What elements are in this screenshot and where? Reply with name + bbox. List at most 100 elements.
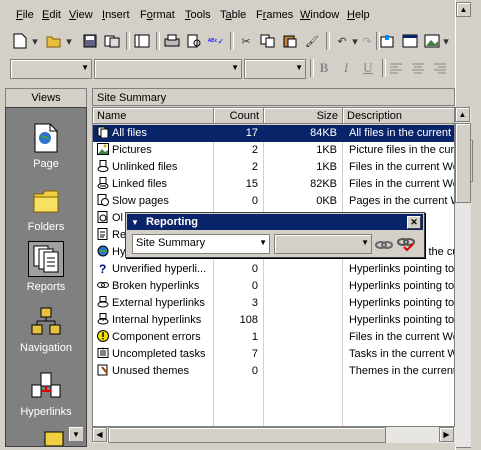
hyperlinks-icon bbox=[30, 370, 62, 402]
menu-file[interactable]: File bbox=[16, 9, 34, 21]
slow-pages-icon bbox=[97, 194, 109, 206]
table-row[interactable]: Slow pages 0 0KB Pages in the current We bbox=[93, 193, 454, 210]
column-header-description[interactable]: Description bbox=[343, 108, 454, 124]
scroll-left-button[interactable]: ◀ bbox=[92, 427, 107, 442]
menu-format[interactable]: Format bbox=[140, 9, 175, 21]
chevron-down-icon: ▼ bbox=[295, 63, 303, 72]
table-row[interactable]: Broken hyperlinks 0 Hyperlinks pointing to bbox=[93, 278, 454, 295]
scroll-up-button[interactable]: ▲ bbox=[456, 2, 471, 17]
toolbar-options-icon[interactable]: ▼ bbox=[131, 218, 139, 227]
report-setting-dropdown[interactable]: ▼ bbox=[274, 234, 372, 254]
table-row[interactable]: ? Unverified hyperli... 0 Hyperlinks pointi… bbox=[93, 261, 454, 278]
views-item-navigation[interactable]: Navigation bbox=[6, 306, 86, 354]
row-name-cell: Unlinked files bbox=[97, 159, 212, 176]
column-header-name[interactable]: Name bbox=[93, 108, 214, 124]
question-icon: ? bbox=[97, 262, 109, 276]
views-item-reports[interactable]: Reports bbox=[6, 241, 86, 293]
publish-icon[interactable] bbox=[102, 31, 122, 51]
reporting-title-bar[interactable]: ▼ Reporting ✕ bbox=[127, 214, 423, 230]
underline-icon[interactable]: U bbox=[358, 58, 378, 78]
views-item-hyperlinks[interactable]: Hyperlinks bbox=[6, 370, 86, 418]
table-row[interactable]: Unlinked files 2 1KB Files in the current W… bbox=[93, 159, 454, 176]
menu-insert[interactable]: Insert bbox=[102, 9, 130, 21]
spelling-icon[interactable]: ᴬᴮᶜ✓ bbox=[206, 31, 226, 51]
broken-link-icon bbox=[97, 279, 109, 291]
insert-table-icon[interactable] bbox=[400, 31, 420, 51]
views-bar: Page Folders Reports Navigation Hyperlin… bbox=[5, 107, 87, 447]
row-count: 0 bbox=[251, 280, 258, 292]
menu-window[interactable]: Window bbox=[300, 9, 339, 21]
font-size-dropdown[interactable]: ▼ bbox=[244, 59, 306, 79]
row-size bbox=[265, 346, 337, 363]
views-item-folders[interactable]: Folders bbox=[6, 185, 86, 233]
column-header-count[interactable]: Count bbox=[214, 108, 264, 124]
list-horizontal-scrollbar[interactable]: ◀ ▶ bbox=[92, 427, 455, 443]
row-description: Hyperlinks pointing to bbox=[349, 314, 455, 326]
row-name: Re bbox=[112, 229, 127, 241]
paste-icon[interactable] bbox=[280, 31, 300, 51]
copy-icon[interactable] bbox=[258, 31, 278, 51]
menu-edit[interactable]: Edit bbox=[42, 9, 61, 21]
table-row[interactable]: Uncompleted tasks 7 Tasks in the current W bbox=[93, 346, 454, 363]
italic-icon[interactable]: I bbox=[336, 58, 356, 78]
row-count: 108 bbox=[239, 314, 258, 326]
table-row[interactable]: Internal hyperlinks 108 Hyperlinks pointin… bbox=[93, 312, 455, 329]
edit-hyperlink-icon[interactable] bbox=[374, 234, 394, 254]
row-count: 3 bbox=[251, 297, 258, 309]
scroll-thumb[interactable] bbox=[108, 427, 386, 443]
tasks-partial-icon[interactable] bbox=[42, 426, 68, 447]
print-icon[interactable] bbox=[162, 31, 182, 51]
table-row[interactable]: Component errors 1 Files in the current We bbox=[93, 329, 454, 346]
menu-table[interactable]: Table bbox=[220, 9, 246, 21]
external-link-icon bbox=[97, 296, 109, 308]
row-size: 1KB bbox=[316, 161, 337, 173]
open-folder-icon[interactable] bbox=[44, 31, 64, 51]
views-scroll-down-button[interactable]: ▼ bbox=[68, 426, 84, 442]
align-left-icon[interactable] bbox=[386, 58, 406, 78]
scroll-up-button[interactable]: ▲ bbox=[455, 107, 470, 122]
new-page-icon[interactable] bbox=[10, 31, 30, 51]
close-icon[interactable]: ✕ bbox=[407, 216, 421, 229]
toolbar-more-icon[interactable]: ▾ bbox=[440, 31, 452, 51]
menu-frames[interactable]: Frames bbox=[256, 9, 293, 21]
open-dropdown-icon[interactable]: ▾ bbox=[64, 31, 74, 51]
table-row[interactable]: External hyperlinks 3 Hyperlinks pointing … bbox=[93, 295, 454, 312]
table-row[interactable]: Pictures 2 1KB Picture files in the cur bbox=[93, 142, 454, 159]
scroll-right-button[interactable]: ▶ bbox=[439, 427, 454, 442]
table-row[interactable]: All files 17 84KB All files in the current bbox=[93, 125, 454, 142]
align-right-icon[interactable] bbox=[430, 58, 450, 78]
row-count: 17 bbox=[245, 127, 258, 139]
row-size bbox=[265, 278, 337, 295]
style-dropdown[interactable]: ▼ bbox=[10, 59, 92, 79]
save-icon[interactable] bbox=[80, 31, 100, 51]
table-row[interactable]: Linked files 15 82KB Files in the current W… bbox=[93, 176, 454, 193]
print-preview-icon[interactable] bbox=[184, 31, 204, 51]
list-vertical-scrollbar[interactable]: ▲ bbox=[455, 107, 471, 447]
undo-dropdown-icon[interactable]: ▾ bbox=[350, 31, 360, 51]
chevron-down-icon: ▼ bbox=[361, 238, 369, 247]
font-dropdown[interactable]: ▼ bbox=[94, 59, 242, 79]
redo-icon[interactable]: ↷ bbox=[362, 31, 372, 51]
menu-view[interactable]: View bbox=[69, 9, 93, 21]
row-name: Ol bbox=[112, 212, 123, 224]
scroll-thumb[interactable] bbox=[455, 123, 471, 203]
verify-hyperlinks-icon[interactable] bbox=[396, 234, 416, 254]
align-center-icon[interactable] bbox=[408, 58, 428, 78]
insert-component-icon[interactable] bbox=[378, 31, 398, 51]
reporting-toolbar: ▼ Reporting ✕ Site Summary ▼ ▼ bbox=[125, 212, 425, 258]
folder-list-icon[interactable] bbox=[132, 31, 152, 51]
undo-icon[interactable]: ↶ bbox=[332, 31, 352, 51]
cut-icon[interactable]: ✂ bbox=[236, 31, 256, 51]
views-item-page[interactable]: Page bbox=[6, 122, 86, 170]
bold-icon[interactable]: B bbox=[314, 58, 334, 78]
menu-tools[interactable]: Tools bbox=[185, 9, 211, 21]
table-row[interactable]: Unused themes 0 Themes in the current bbox=[93, 363, 454, 380]
new-dropdown-icon[interactable]: ▾ bbox=[30, 31, 40, 51]
row-size bbox=[265, 295, 337, 312]
row-count: 0 bbox=[251, 263, 258, 275]
column-header-size[interactable]: Size bbox=[264, 108, 343, 124]
report-dropdown[interactable]: Site Summary ▼ bbox=[132, 234, 270, 254]
insert-picture-icon[interactable] bbox=[422, 31, 442, 51]
format-painter-icon[interactable]: 🖌 bbox=[302, 31, 322, 51]
menu-help[interactable]: Help bbox=[347, 9, 370, 21]
